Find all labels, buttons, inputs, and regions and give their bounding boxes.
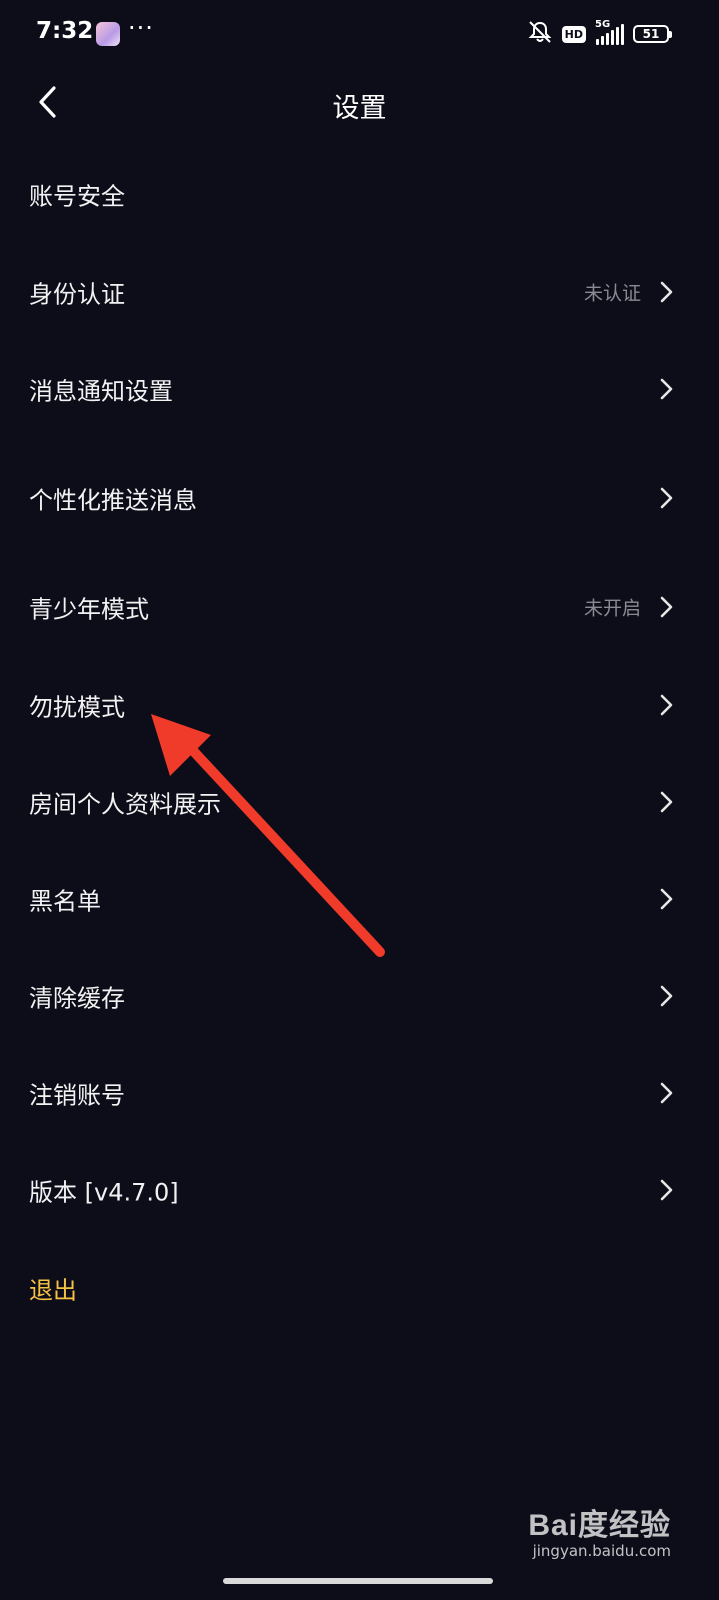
settings-row-label: 身份认证 bbox=[29, 280, 125, 309]
settings-row[interactable]: 消息通知设置 bbox=[0, 349, 719, 429]
settings-row-status: 未认证 bbox=[583, 282, 641, 305]
status-indicators: HD 5G 51 bbox=[527, 19, 672, 48]
watermark-brand: Bai度经验 bbox=[528, 1509, 671, 1542]
battery-level: 51 bbox=[642, 27, 660, 41]
chevron-right-icon bbox=[660, 487, 673, 509]
logout-label: 退出 bbox=[29, 1276, 77, 1305]
settings-row[interactable]: 青少年模式 未开启 bbox=[0, 567, 719, 647]
chevron-right-icon bbox=[660, 888, 673, 910]
settings-row-label: 注销账号 bbox=[29, 1081, 125, 1110]
settings-row-label: 勿扰模式 bbox=[29, 693, 125, 722]
nav-bar: 设置 bbox=[0, 70, 719, 134]
settings-row-label: 青少年模式 bbox=[29, 595, 149, 624]
status-bar: 7:32 ··· HD 5G 51 bbox=[0, 0, 719, 70]
settings-row-status: 未开启 bbox=[583, 597, 641, 620]
bell-muted-icon bbox=[527, 20, 553, 48]
chevron-right-icon bbox=[660, 281, 673, 303]
chevron-right-icon bbox=[660, 378, 673, 400]
status-time: 7:32 bbox=[36, 18, 94, 44]
watermark-url: jingyan.baidu.com bbox=[532, 1542, 671, 1560]
watermark: Bai度经验 jingyan.baidu.com bbox=[528, 1500, 671, 1560]
settings-row[interactable]: 房间个人资料展示 bbox=[0, 762, 719, 842]
settings-row-label: 黑名单 bbox=[29, 887, 101, 916]
battery-icon: 51 bbox=[633, 25, 672, 43]
more-notifications-icon: ··· bbox=[128, 14, 154, 42]
settings-row[interactable]: 勿扰模式 bbox=[0, 665, 719, 745]
settings-row[interactable]: 黑名单 bbox=[0, 859, 719, 939]
settings-row-label: 版本 [v4.7.0] bbox=[29, 1178, 179, 1207]
chevron-right-icon bbox=[660, 791, 673, 813]
home-indicator[interactable] bbox=[223, 1578, 493, 1584]
settings-row-label: 房间个人资料展示 bbox=[29, 790, 221, 819]
settings-row[interactable]: 清除缓存 bbox=[0, 956, 719, 1036]
settings-row-label: 消息通知设置 bbox=[29, 377, 173, 406]
chevron-right-icon bbox=[660, 1179, 673, 1201]
chevron-right-icon bbox=[660, 985, 673, 1007]
settings-row[interactable]: 注销账号 bbox=[0, 1053, 719, 1133]
chevron-right-icon bbox=[660, 596, 673, 618]
chevron-right-icon bbox=[660, 694, 673, 716]
network-type-label: 5G bbox=[595, 19, 611, 30]
settings-row[interactable]: 个性化推送消息 bbox=[0, 458, 719, 538]
settings-row-label: 账号安全 bbox=[29, 182, 125, 211]
settings-row[interactable]: 版本 [v4.7.0] bbox=[0, 1150, 719, 1230]
chevron-right-icon bbox=[660, 1082, 673, 1104]
signal-icon: 5G bbox=[595, 19, 624, 45]
settings-row[interactable]: 账号安全 bbox=[0, 154, 719, 234]
logout-button[interactable]: 退出 bbox=[0, 1248, 719, 1328]
settings-row[interactable]: 身份认证 未认证 bbox=[0, 252, 719, 332]
settings-row-label: 清除缓存 bbox=[29, 984, 125, 1013]
settings-row-label: 个性化推送消息 bbox=[29, 486, 197, 515]
page-title: 设置 bbox=[332, 93, 387, 124]
hd-badge: HD bbox=[561, 25, 586, 43]
app-avatar-icon bbox=[96, 22, 120, 46]
